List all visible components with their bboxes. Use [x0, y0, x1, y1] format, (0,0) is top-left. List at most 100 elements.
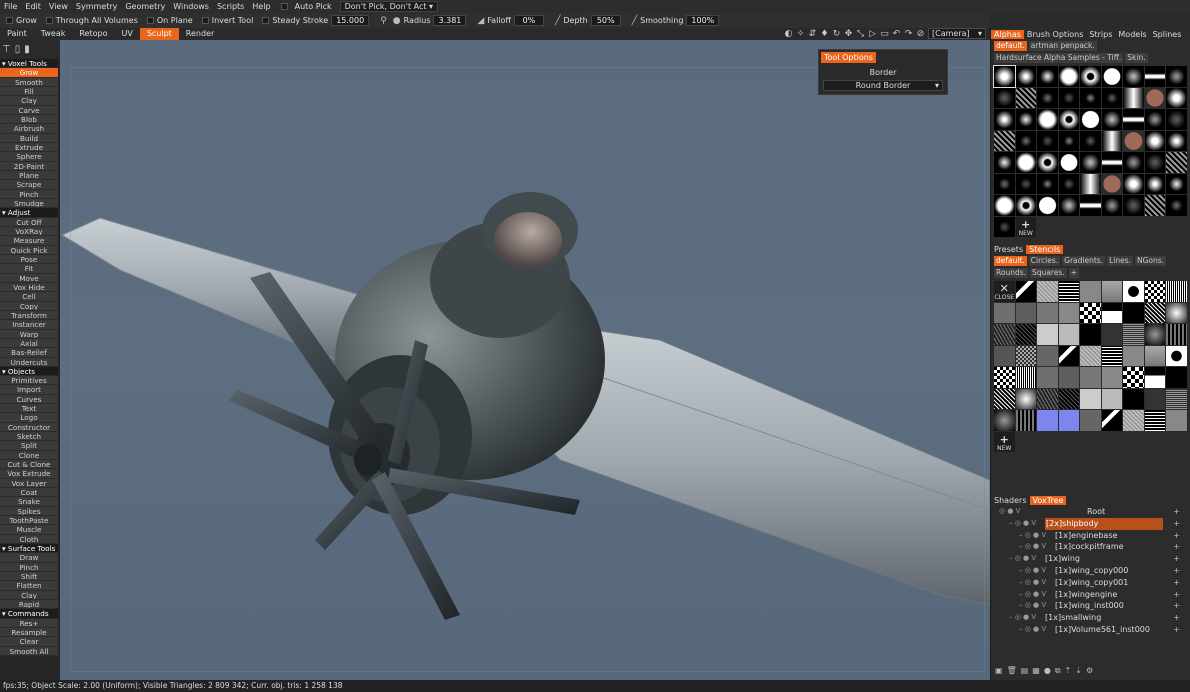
- stencil-thumbnail[interactable]: [994, 388, 1015, 409]
- alpha-thumbnail[interactable]: [1080, 173, 1101, 194]
- through-all-volumes-checkbox[interactable]: [45, 17, 53, 24]
- menu-geometry[interactable]: Geometry: [121, 2, 169, 11]
- pick-mode-dropdown[interactable]: Don't Pick, Don't Act ▾: [339, 1, 439, 12]
- brush-preview-icon[interactable]: ▯: [15, 44, 21, 55]
- tab-uv[interactable]: UV: [114, 28, 139, 40]
- stencil-thumbnail[interactable]: [1058, 410, 1079, 431]
- alpha-thumbnail[interactable]: [1166, 66, 1187, 87]
- tool-item[interactable]: Pinch: [0, 562, 58, 573]
- tool-item[interactable]: ToothPaste: [0, 516, 58, 526]
- stencil-thumbnail[interactable]: [1144, 410, 1165, 431]
- move-up-icon[interactable]: ⇡: [1065, 666, 1072, 676]
- tool-item[interactable]: Curves: [0, 394, 58, 405]
- voxtree-row[interactable]: – ◎ ● V [1x]wing_copy001 +: [991, 577, 1190, 589]
- stencil-thumbnail[interactable]: [1037, 388, 1058, 409]
- tool-item[interactable]: Copy: [0, 301, 58, 311]
- tool-item[interactable]: Rapid: [0, 600, 58, 610]
- tool-item[interactable]: Sketch: [0, 432, 58, 442]
- close-stencil-button[interactable]: ✕ CLOSE: [994, 281, 1015, 302]
- stencil-thumbnail[interactable]: [1015, 324, 1036, 345]
- tool-item[interactable]: Plane: [0, 170, 58, 181]
- stencil-thumbnail[interactable]: [1166, 324, 1187, 345]
- tool-item[interactable]: Clay: [0, 590, 58, 601]
- alpha-thumbnail[interactable]: [994, 109, 1015, 130]
- tool-item[interactable]: Carve: [0, 105, 58, 115]
- tool-item[interactable]: Cut Off: [0, 217, 58, 227]
- stencil-thumbnail[interactable]: [1037, 345, 1058, 366]
- voxtree-row[interactable]: – ◎ ● V [2x]shipbody +: [991, 517, 1190, 530]
- tab-shaders[interactable]: Shaders: [991, 496, 1030, 505]
- visibility-icon[interactable]: – ◎ ● V: [1019, 600, 1046, 612]
- alpha-thumbnail[interactable]: [1123, 109, 1144, 130]
- tool-item[interactable]: Instancer: [0, 320, 58, 330]
- stencil-thumbnail[interactable]: [1144, 345, 1165, 366]
- visibility-icon[interactable]: – ◎ ● V: [1009, 553, 1036, 565]
- alpha-preset-default[interactable]: default.: [994, 41, 1027, 51]
- stencil-thumbnail[interactable]: [1123, 302, 1144, 323]
- alpha-thumbnail[interactable]: [994, 152, 1015, 173]
- stencil-thumbnail[interactable]: [1166, 410, 1187, 431]
- tool-item[interactable]: Undercuts: [0, 357, 58, 367]
- voxtree-row[interactable]: – ◎ ● V [1x]cockpitframe +: [991, 541, 1190, 553]
- stencil-thumbnail[interactable]: [994, 324, 1015, 345]
- alpha-thumbnail[interactable]: [1166, 152, 1187, 173]
- alpha-thumbnail[interactable]: [1123, 130, 1144, 151]
- voxtree-row[interactable]: – ◎ ● V [1x]Volume561_inst000 +: [991, 624, 1190, 636]
- pick-icon[interactable]: ✧: [796, 29, 805, 39]
- alpha-thumbnail[interactable]: [1080, 195, 1101, 216]
- steady-stroke-checkbox[interactable]: [262, 17, 270, 24]
- stencil-thumbnail[interactable]: [1101, 388, 1122, 409]
- stencil-preset-squares[interactable]: Squares.: [1030, 268, 1067, 278]
- lock-icon[interactable]: ⚲: [380, 16, 387, 26]
- add-child-icon[interactable]: +: [1173, 518, 1180, 530]
- stencil-thumbnail[interactable]: [994, 410, 1015, 431]
- alpha-thumbnail[interactable]: [1058, 130, 1079, 151]
- tool-item[interactable]: Transform: [0, 310, 58, 321]
- delete-icon[interactable]: 🗑: [1007, 666, 1017, 676]
- add-child-icon[interactable]: +: [1173, 506, 1180, 518]
- alpha-thumbnail[interactable]: [1015, 195, 1036, 216]
- tab-tweak[interactable]: Tweak: [34, 28, 73, 40]
- tool-item[interactable]: Snake: [0, 497, 58, 507]
- visibility-icon[interactable]: – ◎ ● V: [1009, 612, 1036, 624]
- tool-item[interactable]: Vox Hide: [0, 282, 58, 293]
- alpha-thumbnail[interactable]: [1058, 87, 1079, 108]
- stencil-thumbnail[interactable]: [1080, 388, 1101, 409]
- menu-help[interactable]: Help: [248, 2, 274, 11]
- tab-strips[interactable]: Strips: [1086, 30, 1115, 39]
- alpha-thumbnail[interactable]: [1080, 87, 1101, 108]
- tool-item[interactable]: Warp: [0, 329, 58, 339]
- menu-edit[interactable]: Edit: [21, 2, 45, 11]
- falloff-field[interactable]: 0%: [513, 15, 544, 26]
- copy-icon[interactable]: ▦: [1032, 666, 1040, 676]
- stencil-preset-ngons[interactable]: NGons.: [1135, 256, 1167, 266]
- camera-dropdown[interactable]: [Camera] ▾: [928, 28, 986, 39]
- stencil-thumbnail[interactable]: [1015, 410, 1036, 431]
- new-alpha-button[interactable]: + NEW: [1015, 216, 1036, 237]
- alpha-thumbnail[interactable]: [1058, 152, 1079, 173]
- play-icon[interactable]: ▷: [868, 29, 877, 39]
- menu-file[interactable]: File: [0, 2, 21, 11]
- add-child-icon[interactable]: +: [1173, 612, 1180, 624]
- alpha-thumbnail[interactable]: [1101, 130, 1122, 151]
- alpha-thumbnail[interactable]: [1123, 173, 1144, 194]
- stencil-preset-lines[interactable]: Lines.: [1107, 256, 1133, 266]
- stencil-thumbnail[interactable]: [1144, 324, 1165, 345]
- stencil-thumbnail[interactable]: [1123, 345, 1144, 366]
- visibility-icon[interactable]: – ◎ ● V: [1009, 518, 1036, 530]
- stencil-thumbnail[interactable]: [1166, 367, 1187, 388]
- stencil-thumbnail[interactable]: [1101, 324, 1122, 345]
- tool-item[interactable]: Vox Layer: [0, 478, 58, 489]
- stencil-thumbnail[interactable]: [1058, 281, 1079, 302]
- alpha-thumbnail[interactable]: [1123, 87, 1144, 108]
- stencil-thumbnail[interactable]: [1015, 302, 1036, 323]
- tool-item[interactable]: Pinch: [0, 189, 58, 199]
- tool-section-header[interactable]: ▾ Adjust: [0, 208, 58, 218]
- tool-item[interactable]: Res+: [0, 618, 58, 629]
- alpha-thumbnail[interactable]: [1015, 130, 1036, 151]
- stencil-thumbnail[interactable]: [1101, 410, 1122, 431]
- tool-section-header[interactable]: ▾ Surface Tools: [0, 544, 58, 554]
- voxtree-row[interactable]: – ◎ ● V [1x]wingengine +: [991, 589, 1190, 601]
- grow-checkbox[interactable]: [6, 17, 13, 24]
- tool-item[interactable]: Draw: [0, 553, 58, 563]
